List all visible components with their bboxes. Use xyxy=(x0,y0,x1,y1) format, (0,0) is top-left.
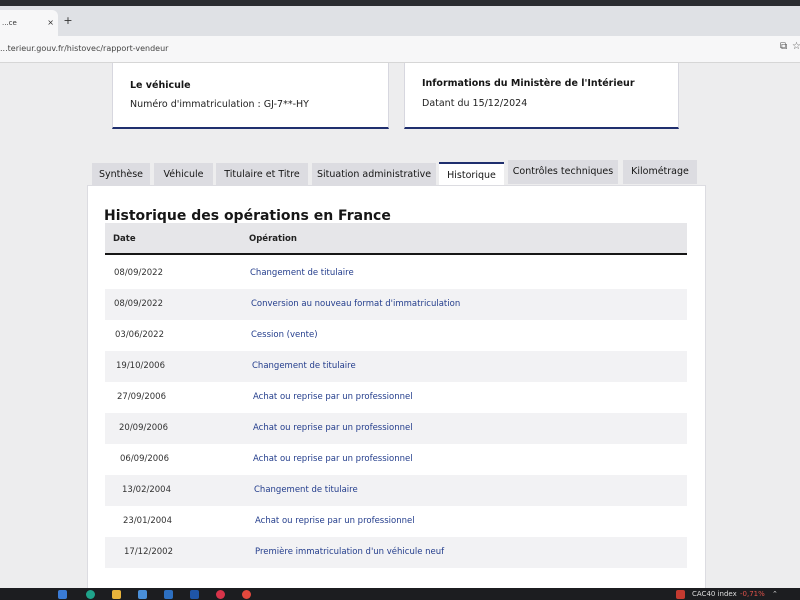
bookmark-star-icon[interactable]: ☆ xyxy=(792,41,800,52)
tab-controles-techniques[interactable]: Contrôles techniques xyxy=(508,160,618,184)
stock-widget-icon xyxy=(676,590,685,599)
chevron-up-icon[interactable]: ⌃ xyxy=(772,588,778,600)
vehicle-card: Le véhicule Numéro d'immatriculation : G… xyxy=(112,63,389,129)
report-date: Datant du 15/12/2024 xyxy=(422,98,528,109)
new-tab-button[interactable]: + xyxy=(60,10,76,32)
opera-icon[interactable] xyxy=(216,590,225,599)
row-operation: Changement de titulaire xyxy=(252,361,356,371)
column-header-date: Date xyxy=(113,234,136,244)
url-text[interactable]: ...terieur.gouv.fr/histovec/rapport-vend… xyxy=(0,36,168,62)
browser-tab-title: ...ce xyxy=(2,19,17,27)
table-row: 03/06/2022 Cession (vente) xyxy=(105,320,687,351)
row-operation: Première immatriculation d'un véhicule n… xyxy=(255,547,445,557)
tab-situation-administrative[interactable]: Situation administrative xyxy=(312,163,436,187)
page-content: Le véhicule Numéro d'immatriculation : G… xyxy=(0,63,800,588)
mail-icon[interactable] xyxy=(164,590,173,599)
table-row: 13/02/2004 Changement de titulaire xyxy=(105,475,687,506)
row-operation: Achat ou reprise par un professionnel xyxy=(255,516,415,526)
table-row: 23/01/2004 Achat ou reprise par un profe… xyxy=(105,506,687,537)
row-date: 27/09/2006 xyxy=(117,392,166,402)
row-date: 06/09/2006 xyxy=(120,454,169,464)
os-taskbar: CAC40 index -0,71% ⌃ xyxy=(0,588,800,600)
tab-vehicule[interactable]: Véhicule xyxy=(154,163,213,187)
app-icon[interactable] xyxy=(190,590,199,599)
row-operation: Conversion au nouveau format d'immatricu… xyxy=(251,299,461,309)
address-bar[interactable]: ...terieur.gouv.fr/histovec/rapport-vend… xyxy=(0,36,800,63)
table-row: 27/09/2006 Achat ou reprise par un profe… xyxy=(105,382,687,413)
history-table-header: Date Opération xyxy=(105,223,687,255)
table-row: 08/09/2022 Changement de titulaire xyxy=(105,258,687,289)
ministry-card: Informations du Ministère de l'Intérieur… xyxy=(404,63,679,129)
file-explorer-icon[interactable] xyxy=(112,590,121,599)
browser-tab-bar: ...ce × + xyxy=(0,6,800,36)
store-icon[interactable] xyxy=(138,590,147,599)
row-operation: Changement de titulaire xyxy=(254,485,358,495)
tab-synthese[interactable]: Synthèse xyxy=(92,163,150,187)
tab-titulaire-et-titre[interactable]: Titulaire et Titre xyxy=(216,163,308,187)
chrome-icon[interactable] xyxy=(242,590,251,599)
row-operation: Achat ou reprise par un professionnel xyxy=(253,454,413,464)
vehicle-card-title: Le véhicule xyxy=(130,80,191,91)
row-operation: Changement de titulaire xyxy=(250,268,354,278)
table-row: 20/09/2006 Achat ou reprise par un profe… xyxy=(105,413,687,444)
row-date: 23/01/2004 xyxy=(123,516,172,526)
stock-change: -0,71% xyxy=(740,590,765,598)
history-title: Historique des opérations en France xyxy=(104,208,391,224)
row-date: 08/09/2022 xyxy=(114,268,163,278)
ministry-card-title: Informations du Ministère de l'Intérieur xyxy=(422,78,635,89)
table-row: 19/10/2006 Changement de titulaire xyxy=(105,351,687,382)
row-date: 19/10/2006 xyxy=(116,361,165,371)
history-panel: Historique des opérations en France Date… xyxy=(87,185,706,588)
row-date: 13/02/2004 xyxy=(122,485,171,495)
row-date: 03/06/2022 xyxy=(115,330,164,340)
row-operation: Achat ou reprise par un professionnel xyxy=(253,423,413,433)
tab-kilometrage[interactable]: Kilométrage xyxy=(623,160,697,184)
row-date: 08/09/2022 xyxy=(114,299,163,309)
report-tabs: Synthèse Véhicule Titulaire et Titre Sit… xyxy=(92,160,702,187)
row-operation: Achat ou reprise par un professionnel xyxy=(253,392,413,402)
stock-ticker[interactable]: CAC40 index xyxy=(692,588,737,600)
start-menu-icon[interactable] xyxy=(58,590,67,599)
browser-tab[interactable]: ...ce × xyxy=(0,10,58,36)
monitor-screen: ...ce × + ...terieur.gouv.fr/histovec/rap… xyxy=(0,6,800,588)
row-date: 20/09/2006 xyxy=(119,423,168,433)
table-row: 06/09/2006 Achat ou reprise par un profe… xyxy=(105,444,687,475)
table-row: 08/09/2022 Conversion au nouveau format … xyxy=(105,289,687,320)
close-tab-icon[interactable]: × xyxy=(47,10,54,36)
row-operation: Cession (vente) xyxy=(251,330,318,340)
table-row: 17/12/2002 Première immatriculation d'un… xyxy=(105,537,687,568)
share-icon[interactable]: ⧉ xyxy=(780,41,787,52)
column-header-operation: Opération xyxy=(249,234,297,244)
tab-historique[interactable]: Historique xyxy=(439,162,504,187)
row-date: 17/12/2002 xyxy=(124,547,173,557)
edge-browser-icon[interactable] xyxy=(86,590,95,599)
registration-number: Numéro d'immatriculation : GJ-7**-HY xyxy=(130,99,309,110)
